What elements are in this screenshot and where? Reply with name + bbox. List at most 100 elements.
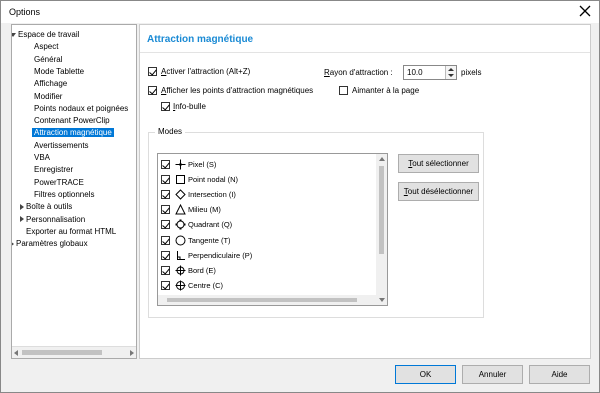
tree-item[interactable]: Points nodaux et poignées bbox=[34, 103, 128, 115]
mode-label: Intersection (I) bbox=[188, 190, 236, 200]
tangent-icon bbox=[175, 235, 186, 245]
enable-snap-checkbox[interactable] bbox=[148, 67, 157, 76]
show-points-label: Afficher les points d'attraction magnéti… bbox=[161, 86, 314, 95]
deselect-all-button[interactable]: Tout désélectionner bbox=[398, 182, 479, 201]
tree-item[interactable]: Enregistrer bbox=[34, 164, 73, 176]
mode-label: Quadrant (Q) bbox=[188, 220, 233, 230]
center-icon bbox=[175, 280, 186, 291]
expand-arrow-icon[interactable] bbox=[12, 240, 14, 247]
show-points-checkbox[interactable] bbox=[148, 86, 157, 95]
pixel-icon bbox=[175, 159, 186, 170]
list-item[interactable]: Centre (C) bbox=[158, 278, 375, 293]
expand-arrow-icon[interactable] bbox=[20, 216, 24, 223]
tree-item[interactable]: Modifier bbox=[34, 91, 62, 103]
modes-list[interactable]: Pixel (S) Point nodal (N) Intersection (I)… bbox=[157, 153, 388, 306]
tree-item[interactable]: PowerTRACE bbox=[34, 177, 84, 189]
category-tree[interactable]: Espace de travail Aspect Général Mode Table… bbox=[11, 24, 137, 359]
mode-checkbox[interactable] bbox=[161, 220, 170, 230]
tree-item[interactable]: Personnalisation bbox=[20, 214, 85, 226]
mode-label: Pixel (S) bbox=[188, 160, 217, 169]
list-item[interactable]: Pixel (S) bbox=[158, 157, 375, 172]
mode-label: Perpendiculaire (P) bbox=[188, 250, 253, 260]
mode-checkbox[interactable] bbox=[161, 160, 170, 169]
scroll-left-icon[interactable] bbox=[14, 350, 18, 356]
tree-item[interactable]: Aspect bbox=[34, 41, 58, 53]
tree-item[interactable]: VBA bbox=[34, 152, 50, 164]
mode-label: Bord (E) bbox=[188, 265, 216, 275]
tree-item[interactable]: Filtres optionnels bbox=[34, 189, 94, 201]
perpendicular-icon bbox=[177, 250, 185, 260]
radius-value[interactable]: 10.0 bbox=[407, 68, 423, 77]
list-item[interactable]: Perpendiculaire (P) bbox=[158, 248, 375, 263]
modes-vertical-scrollbar[interactable] bbox=[376, 154, 387, 305]
list-item[interactable]: Intersection (I) bbox=[158, 187, 375, 202]
tree-item-label: Boîte à outils bbox=[26, 202, 73, 212]
mode-label: Centre (C) bbox=[188, 280, 224, 290]
tree-item-label: Filtres optionnels bbox=[34, 189, 95, 199]
tree-item[interactable]: Boîte à outils bbox=[20, 201, 72, 213]
midpoint-icon bbox=[175, 204, 186, 215]
scroll-up-icon[interactable] bbox=[379, 157, 385, 161]
select-all-button[interactable]: Tout sélectionner bbox=[398, 154, 479, 173]
tree-item[interactable]: Contenant PowerClip bbox=[34, 115, 110, 127]
scroll-down-icon[interactable] bbox=[379, 298, 385, 302]
mode-label: Point nodal (N) bbox=[188, 175, 239, 185]
mode-label: Tangente (T) bbox=[188, 235, 231, 245]
scroll-thumb[interactable] bbox=[22, 350, 102, 355]
radius-spinner[interactable]: 10.0 bbox=[403, 65, 457, 80]
tree-item[interactable]: Général bbox=[34, 54, 62, 66]
spin-down-icon[interactable] bbox=[448, 74, 454, 77]
list-item[interactable]: Tangente (T) bbox=[158, 233, 375, 248]
radius-spinner-buttons[interactable] bbox=[445, 66, 456, 79]
tree-item[interactable]: Attraction magnétique bbox=[32, 127, 114, 139]
cancel-button[interactable]: Annuler bbox=[462, 365, 523, 384]
collapse-arrow-icon[interactable] bbox=[12, 32, 16, 37]
scroll-thumb[interactable] bbox=[379, 166, 384, 254]
tree-item-label: Aspect bbox=[34, 42, 59, 52]
scroll-thumb[interactable] bbox=[167, 298, 357, 302]
tree-item-label: VBA bbox=[34, 153, 51, 162]
list-item[interactable]: Milieu (M) bbox=[158, 202, 375, 217]
tree-item[interactable]: Paramètres globaux bbox=[12, 238, 88, 250]
tree-item[interactable]: Espace de travail bbox=[12, 29, 79, 41]
tree-item[interactable]: Affichage bbox=[34, 78, 67, 90]
tree-item-label: Enregistrer bbox=[34, 165, 74, 175]
tooltip-checkbox[interactable] bbox=[161, 102, 170, 111]
ok-button[interactable]: OK bbox=[395, 365, 456, 384]
tree-item[interactable]: Avertissements bbox=[34, 140, 89, 152]
tree-item[interactable]: Mode Tablette bbox=[34, 66, 84, 78]
tooltip-label: Info-bulle bbox=[173, 102, 206, 111]
modes-horizontal-scrollbar[interactable] bbox=[158, 295, 376, 305]
mode-label: Milieu (M) bbox=[188, 205, 221, 215]
mode-checkbox[interactable] bbox=[161, 175, 170, 185]
tree-horizontal-scrollbar[interactable] bbox=[12, 346, 136, 358]
intersection-icon bbox=[175, 189, 186, 200]
title-bar: Options bbox=[1, 1, 599, 23]
list-item[interactable]: Quadrant (Q) bbox=[158, 217, 375, 232]
mode-checkbox[interactable] bbox=[161, 205, 170, 215]
mode-checkbox[interactable] bbox=[161, 280, 170, 290]
list-item[interactable]: Point nodal (N) bbox=[158, 172, 375, 187]
radius-unit: pixels bbox=[461, 68, 482, 77]
divider bbox=[140, 52, 590, 53]
help-button[interactable]: Aide bbox=[529, 365, 590, 384]
expand-arrow-icon[interactable] bbox=[20, 204, 24, 211]
tree-item-label: Affichage bbox=[34, 79, 68, 89]
mode-checkbox[interactable] bbox=[161, 265, 170, 275]
tree-item-label: Exporter au format HTML bbox=[26, 226, 117, 236]
spin-up-icon[interactable] bbox=[448, 68, 454, 71]
tree-item-label: Mode Tablette bbox=[34, 66, 85, 76]
tree-item-label: Avertissements bbox=[34, 140, 89, 150]
enable-snap-label: Activer l'attraction (Alt+Z) bbox=[161, 67, 251, 76]
scroll-right-icon[interactable] bbox=[130, 350, 134, 356]
close-icon[interactable] bbox=[577, 3, 593, 19]
mode-checkbox[interactable] bbox=[161, 190, 170, 200]
list-item[interactable]: Bord (E) bbox=[158, 263, 375, 278]
page-title: Attraction magnétique bbox=[147, 34, 254, 45]
mode-checkbox[interactable] bbox=[161, 235, 170, 245]
tree-item[interactable]: Exporter au format HTML bbox=[26, 226, 116, 238]
snap-to-page-label: Aimanter à la page bbox=[352, 86, 420, 95]
tree-item-label: Personnalisation bbox=[26, 214, 86, 224]
snap-to-page-checkbox[interactable] bbox=[339, 86, 348, 95]
mode-checkbox[interactable] bbox=[161, 250, 170, 260]
